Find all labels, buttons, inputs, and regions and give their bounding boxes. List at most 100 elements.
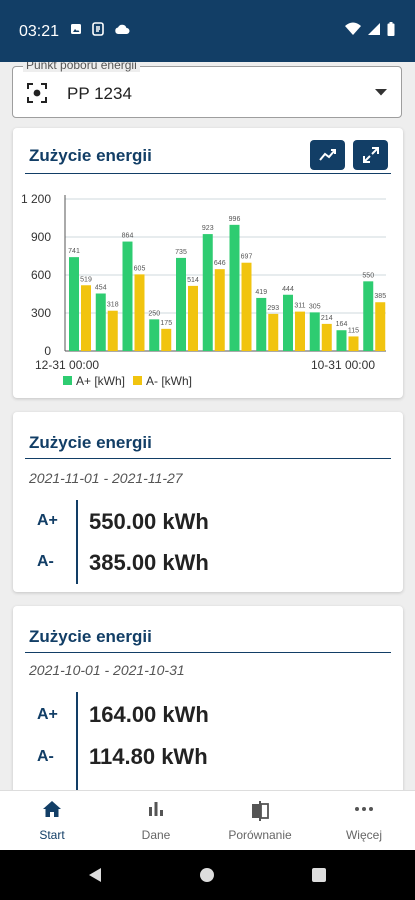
nav-dane[interactable]: Dane: [104, 791, 208, 851]
y-tick-label: 1 200: [21, 192, 51, 206]
bar-a-plus: [256, 297, 267, 351]
bar-a-minus: [375, 302, 386, 351]
bar-a-plus: [363, 281, 374, 351]
bar-label-a-minus: 646: [214, 260, 226, 267]
import-label: A+: [37, 706, 58, 723]
bar-label-a-minus: 605: [134, 265, 146, 272]
bar-a-plus: [69, 257, 79, 351]
legend-label-a-minus: A- [kWh]: [146, 374, 192, 388]
chart-card: Zużycie energii 0 300 600 900 1 200 741 519 454…: [13, 128, 403, 398]
bar-label-a-plus: 444: [282, 286, 294, 293]
bar-label-a-minus: 519: [80, 276, 92, 283]
nav-porownanie[interactable]: Porównanie: [208, 791, 312, 851]
bar-label-a-plus: 164: [336, 321, 348, 328]
bar-label-a-minus: 697: [241, 254, 253, 261]
nav-start-label: Start: [39, 828, 65, 842]
bar-a-minus: [348, 336, 359, 351]
meter-select[interactable]: Punkt poboru energii PP 1234: [12, 62, 402, 118]
energy-chart: 0 300 600 900 1 200 741 519454 318 864 605 250175 7…: [21, 192, 386, 388]
bar-label-a-plus: 419: [255, 289, 267, 296]
bar-a-minus: [295, 311, 305, 351]
system-recents-icon[interactable]: [312, 868, 326, 882]
bar-label-a-plus: 550: [362, 272, 374, 279]
x-axis-end-label: 10-31 00:00: [311, 358, 375, 372]
bar-a-minus: [81, 285, 91, 351]
wifi-icon: [345, 22, 361, 35]
nav-dane-label: Dane: [141, 828, 171, 842]
main-content[interactable]: Punkt poboru energii PP 1234 Zużycie ene…: [0, 62, 415, 790]
bar-a-plus: [95, 293, 106, 351]
export-value: 114.80 kWh: [89, 744, 208, 769]
bar-a-minus: [214, 269, 225, 351]
bar-label-a-minus: 175: [160, 320, 172, 327]
image-notification-icon: [71, 24, 81, 34]
import-value: 164.00 kWh: [89, 702, 209, 727]
bar-label-a-minus: 115: [348, 327, 359, 334]
y-tick-label: 300: [31, 306, 51, 320]
expand-icon: [362, 147, 379, 163]
bar-label-a-minus: 293: [267, 305, 279, 312]
summary-card-title: Zużycie energii: [29, 433, 152, 452]
bar-label-a-minus: 311: [294, 303, 305, 310]
bar-a-minus: [107, 310, 118, 351]
system-home-icon[interactable]: [199, 867, 215, 883]
chart-type-button[interactable]: [310, 140, 345, 170]
bar-a-plus: [229, 224, 240, 351]
meter-select-value: PP 1234: [67, 84, 132, 103]
bar-a-minus: [241, 262, 252, 351]
bar-label-a-minus: 385: [374, 293, 386, 300]
summary-date-range: 2021-11-01 - 2021-11-27: [29, 470, 183, 486]
y-tick-label: 900: [31, 230, 51, 244]
nav-wiecej-label: Więcej: [345, 828, 382, 842]
bar-a-plus: [149, 319, 160, 351]
y-tick-label: 0: [44, 344, 51, 358]
export-label: A-: [37, 553, 54, 570]
fullscreen-button[interactable]: [353, 140, 388, 170]
bar-label-a-plus: 305: [309, 303, 321, 310]
bar-a-plus: [202, 234, 213, 351]
bar-a-minus: [134, 274, 145, 351]
bar-label-a-minus: 318: [107, 302, 119, 309]
dropdown-arrow-icon[interactable]: [375, 89, 387, 96]
summary-card-divider: [25, 458, 391, 459]
bar-label-a-plus: 864: [122, 233, 134, 240]
app-notification-icon: [92, 22, 104, 36]
system-back-icon[interactable]: [87, 867, 103, 883]
summary-card-divider: [25, 652, 391, 653]
bar-a-plus: [176, 257, 186, 351]
bar-label-a-plus: 996: [229, 216, 241, 223]
nav-wiecej[interactable]: Więcej: [312, 791, 415, 851]
signal-icon: [368, 23, 380, 35]
bottom-navigation: Start Dane Porównanie Więcej: [0, 790, 415, 850]
bar-a-minus: [268, 313, 279, 351]
summary-value-divider: [76, 500, 78, 584]
more-icon: [355, 807, 373, 811]
bar-chart-icon: [149, 802, 163, 816]
bar-a-plus: [122, 241, 133, 351]
status-bar: 03:21: [0, 0, 415, 62]
summary-card-november: Zużycie energii 2021-11-01 - 2021-11-27 …: [13, 412, 403, 592]
legend-swatch-a-minus: [133, 376, 142, 385]
scan-icon[interactable]: [26, 82, 48, 104]
compare-icon: [252, 801, 269, 821]
bar-label-a-plus: 923: [202, 225, 214, 232]
meter-select-label: Punkt poboru energii: [23, 62, 140, 72]
bar-a-plus: [283, 294, 293, 351]
summary-date-range: 2021-10-01 - 2021-10-31: [29, 662, 185, 678]
nav-porownanie-label: Porównanie: [228, 828, 292, 842]
summary-value-divider: [76, 692, 78, 790]
bar-label-a-plus: 250: [148, 310, 160, 317]
chart-card-title: Zużycie energii: [29, 146, 152, 165]
y-tick-label: 600: [31, 268, 51, 282]
bar-label-a-plus: 741: [68, 248, 80, 255]
bar-label-a-minus: 214: [321, 315, 333, 322]
cloud-icon: [115, 24, 130, 34]
system-navigation-bar: [0, 850, 415, 900]
home-icon: [43, 801, 61, 817]
bar-label-a-plus: 735: [175, 249, 187, 256]
export-label: A-: [37, 748, 54, 765]
nav-start[interactable]: Start: [0, 791, 104, 851]
bar-a-minus: [188, 285, 198, 351]
summary-card-title: Zużycie energii: [29, 627, 152, 646]
x-axis-start-label: 12-31 00:00: [35, 358, 99, 372]
